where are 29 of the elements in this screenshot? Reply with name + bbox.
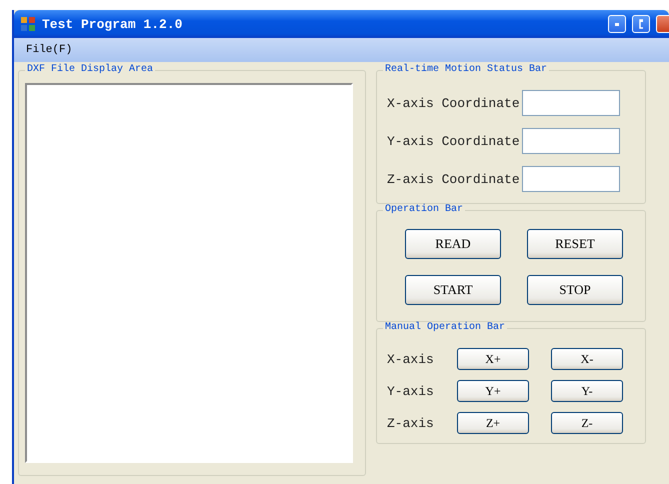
close-button[interactable] — [656, 15, 669, 33]
menu-item[interactable]: File(F) — [22, 42, 76, 58]
action-button[interactable]: Y- — [551, 380, 623, 402]
minimize-button[interactable] — [608, 15, 626, 33]
field-label: X-axis Coordinate — [387, 96, 520, 110]
action-button[interactable]: X+ — [457, 348, 529, 370]
action-button[interactable]: STOP — [527, 275, 623, 305]
axis-label: Y-axis — [387, 384, 435, 398]
group-title: Manual Operation Bar — [383, 322, 508, 333]
group-title: Operation Bar — [383, 204, 466, 215]
action-button[interactable]: RESET — [527, 229, 623, 259]
group-title: DXF File Display Area — [25, 64, 156, 75]
axis-label: Z-axis — [387, 416, 435, 430]
maximize-button[interactable] — [632, 15, 650, 33]
input-field[interactable] — [522, 90, 620, 116]
action-button[interactable]: X- — [551, 348, 623, 370]
input-field[interactable] — [522, 128, 620, 154]
input-field[interactable] — [522, 166, 620, 192]
minimize-icon — [615, 22, 619, 26]
action-button[interactable]: Y+ — [457, 380, 529, 402]
window-title: Test Program 1.2.0 — [42, 16, 184, 32]
action-button[interactable]: Z- — [551, 412, 623, 434]
axis-label: X-axis — [387, 352, 435, 366]
action-button[interactable]: Z+ — [457, 412, 529, 434]
action-button[interactable]: START — [405, 275, 501, 305]
app-icon — [20, 16, 36, 32]
field-label: Y-axis Coordinate — [387, 134, 520, 148]
field-label: Z-axis Coordinate — [387, 172, 520, 186]
action-button[interactable]: READ — [405, 229, 501, 259]
